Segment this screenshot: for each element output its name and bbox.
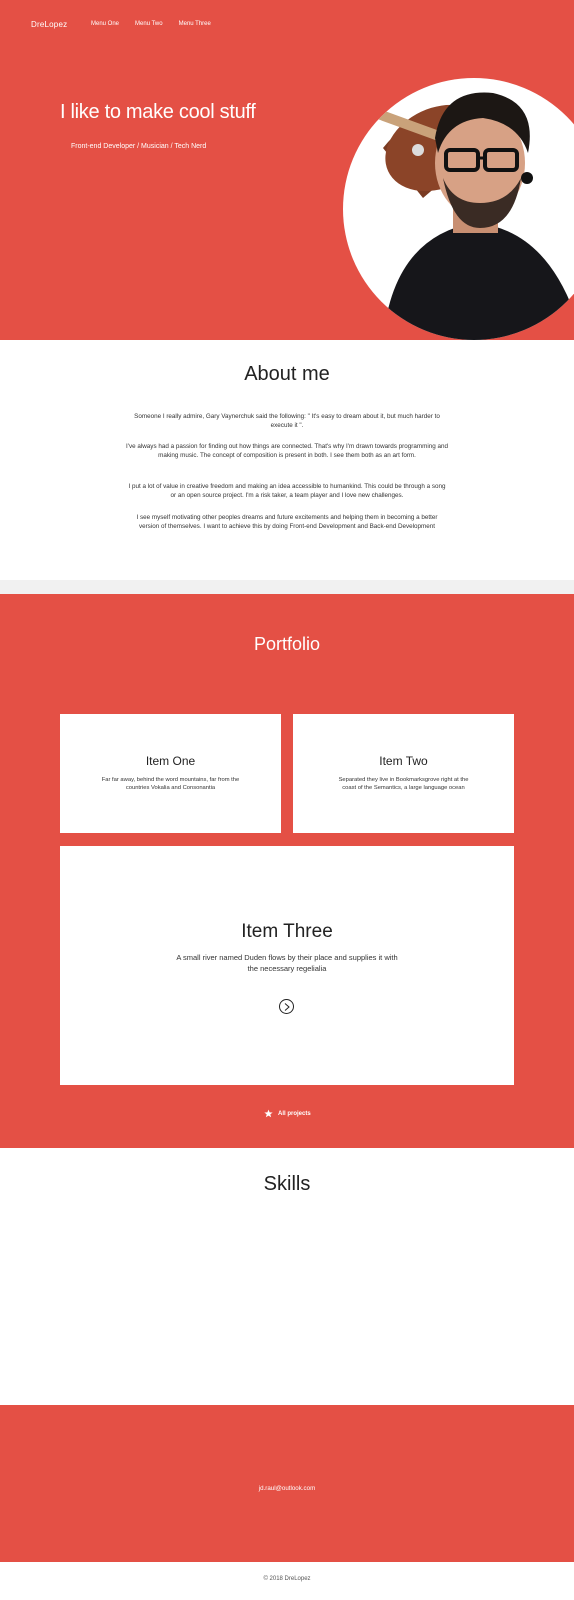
contact-email-link[interactable]: jd.raul@outlook.com <box>0 1485 574 1492</box>
portfolio-card-item-two[interactable]: Item Two Separated they live in Bookmark… <box>293 714 514 833</box>
card-text: A small river named Duden flows by their… <box>176 953 398 973</box>
chevron-right-circle-icon[interactable] <box>279 999 294 1014</box>
all-projects-label: All projects <box>278 1110 311 1117</box>
hero-subtitle: Front-end Developer / Musician / Tech Ne… <box>71 143 207 150</box>
about-section: About me Someone I really admire, Gary V… <box>0 340 574 580</box>
about-paragraph-4: I see myself motivating other peoples dr… <box>136 514 438 530</box>
portfolio-card-item-one[interactable]: Item One Far far away, behind the word m… <box>60 714 281 833</box>
nav-item-menu-two[interactable]: Menu Two <box>135 21 163 27</box>
card-title: Item One <box>145 754 196 768</box>
card-text: Separated they live in Bookmarksgrove ri… <box>338 777 469 791</box>
footer: © 2018 DreLopez <box>0 1562 574 1600</box>
about-paragraph-3: I put a lot of value in creative freedom… <box>128 483 446 499</box>
about-paragraph-2: I've always had a passion for finding ou… <box>126 443 449 459</box>
star-icon <box>264 1109 273 1118</box>
card-title: Item Two <box>379 754 428 768</box>
card-title: Item Three <box>241 921 333 942</box>
portfolio-section: Portfolio Item One Far far away, behind … <box>0 594 574 1148</box>
copyright-text: © 2018 DreLopez <box>263 1576 311 1582</box>
contact-section: jd.raul@outlook.com <box>0 1405 574 1562</box>
section-divider <box>0 580 574 594</box>
nav-item-menu-one[interactable]: Menu One <box>91 21 119 27</box>
skills-title: Skills <box>263 1173 311 1195</box>
hero-section: DreLopez Menu One Menu Two Menu Three I … <box>0 0 574 340</box>
about-paragraph-1: Someone I really admire, Gary Vaynerchuk… <box>134 413 440 429</box>
nav-item-menu-three[interactable]: Menu Three <box>179 21 211 27</box>
brand-logo[interactable]: DreLopez <box>31 20 67 29</box>
profile-photo <box>343 78 574 340</box>
main-nav: Menu One Menu Two Menu Three <box>91 21 211 27</box>
portfolio-card-item-three[interactable]: Item Three A small river named Duden flo… <box>60 846 514 1085</box>
hero-title: I like to make cool stuff <box>60 101 256 123</box>
about-title: About me <box>244 363 330 385</box>
all-projects-link[interactable]: All projects <box>264 1109 311 1118</box>
portfolio-title: Portfolio <box>253 634 321 654</box>
card-text: Far far away, behind the word mountains,… <box>101 777 240 791</box>
skills-section: Skills <box>0 1148 574 1405</box>
